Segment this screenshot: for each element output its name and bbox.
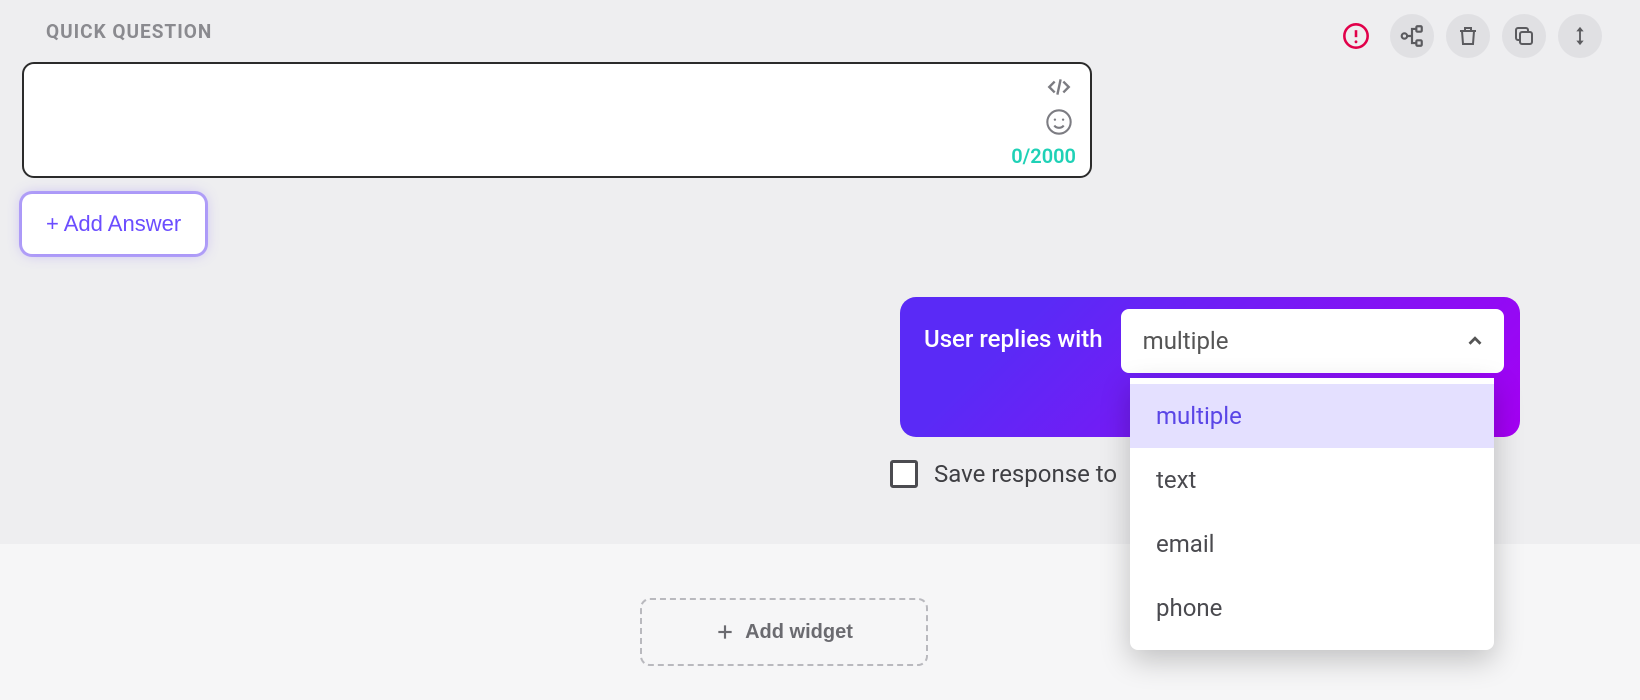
flow-branch-icon[interactable] — [1390, 14, 1434, 58]
question-input-tools — [1044, 74, 1074, 136]
add-widget-label: Add widget — [745, 621, 853, 644]
trash-icon[interactable] — [1446, 14, 1490, 58]
plus-icon — [715, 622, 735, 642]
save-response-label: Save response to — [934, 460, 1117, 488]
save-response-row: Save response to — [890, 460, 1117, 488]
section-title: QUICK QUESTION — [46, 20, 212, 43]
reply-option-phone[interactable]: phone — [1130, 576, 1494, 640]
reply-option-text[interactable]: text — [1130, 448, 1494, 512]
editor-canvas: QUICK QUESTION — [0, 0, 1640, 700]
question-textarea-container: 0/2000 — [22, 62, 1092, 178]
user-replies-label: User replies with — [924, 325, 1103, 353]
copy-icon[interactable] — [1502, 14, 1546, 58]
add-widget-button[interactable]: Add widget — [640, 598, 928, 666]
emoji-icon[interactable] — [1045, 108, 1073, 136]
reply-option-email[interactable]: email — [1130, 512, 1494, 576]
reply-option-multiple[interactable]: multiple — [1130, 384, 1494, 448]
drag-vertical-icon[interactable] — [1558, 14, 1602, 58]
question-input[interactable] — [38, 76, 1010, 164]
reply-type-select[interactable]: multiple — [1121, 309, 1504, 373]
reply-type-selected: multiple — [1143, 327, 1229, 355]
save-response-checkbox[interactable] — [890, 460, 918, 488]
add-answer-button[interactable]: + Add Answer — [22, 194, 205, 254]
widget-toolbar — [1334, 14, 1602, 58]
char-counter: 0/2000 — [1011, 144, 1076, 168]
alert-icon[interactable] — [1334, 14, 1378, 58]
code-icon[interactable] — [1044, 74, 1074, 100]
reply-type-dropdown: multiple text email phone — [1130, 378, 1494, 650]
chevron-up-icon — [1464, 330, 1486, 352]
